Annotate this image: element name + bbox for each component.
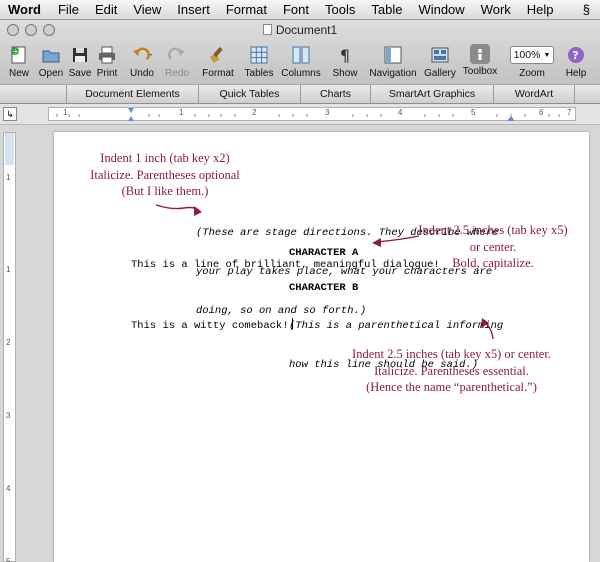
horizontal-ruler[interactable]: 1 1 2 3 4 5 6 7 [48,107,576,121]
dialogue-line-b: This is a witty comeback! [131,318,293,333]
ruler-number: 1 [6,265,11,274]
undo-button[interactable]: Undo [126,44,158,79]
menu-bar: Word File Edit View Insert Format Font T… [0,0,600,20]
open-button[interactable]: Open [36,44,66,79]
ruler-number: 5 [471,108,476,117]
pilcrow-icon: ¶ [339,45,351,65]
new-button[interactable]: + New [5,44,33,79]
navigation-button[interactable]: Navigation [366,44,420,79]
save-button[interactable]: Save [66,44,94,79]
ruler-number: 3 [6,411,11,420]
tab-stop-selector[interactable]: ↳ [3,107,17,121]
toolbox-button[interactable]: Toolbox [460,44,500,77]
open-folder-icon [40,44,62,66]
tab-wordart[interactable]: WordArt [493,85,575,104]
gallery-button[interactable]: Gallery [421,44,459,79]
new-document-icon: + [8,44,30,66]
gallery-icon [429,44,451,66]
annotation-parenthetical: Indent 2.5 inches (tab key x5) or center… [352,347,551,394]
script-icon[interactable]: § [583,2,600,17]
svg-text:+: + [13,47,20,56]
menu-table[interactable]: Table [363,2,410,17]
menu-format[interactable]: Format [218,2,275,17]
save-disk-icon [69,44,91,66]
print-button[interactable]: Print [94,44,120,79]
menu-insert[interactable]: Insert [169,2,218,17]
table-grid-icon [248,44,270,66]
tab-document-elements[interactable]: Document Elements [66,85,198,104]
menu-view[interactable]: View [125,2,169,17]
annotation-character-name: Indent 2.5 inches (tab key x5) or center… [418,223,568,270]
columns-icon [290,44,312,66]
ruler-bar: ↳ 1 1 2 3 4 5 6 7 [0,104,600,125]
navigation-pane-icon [382,44,404,66]
ruler-number: 1 [63,108,68,117]
ruler-number: 4 [398,108,403,117]
annotation-stage-directions: Indent 1 inch (tab key x2) Italicize. Pa… [90,151,240,198]
window-title: Document1 [0,23,600,37]
redo-button[interactable]: Redo [162,44,192,79]
zoom-control: 100% ▼ Zoom [508,44,556,79]
arrow-stage-directions [155,204,201,213]
ruler-number: 2 [252,108,257,117]
menu-work[interactable]: Work [473,2,519,17]
ruler-number: 6 [539,108,544,117]
redo-arrow-icon [166,44,188,66]
toolbox-icon [470,44,490,64]
zoom-select[interactable]: 100% ▼ [509,46,555,64]
ruler-number: 4 [6,484,11,493]
paintbrush-icon [207,44,229,66]
document-icon [262,24,272,35]
show-button[interactable]: ¶ Show [330,44,360,80]
ruler-number: 1 [6,173,11,182]
help-button[interactable]: ? Help [562,44,590,79]
menu-font[interactable]: Font [275,2,317,17]
vertical-ruler[interactable]: 1 1 2 3 4 5 [3,132,16,562]
printer-icon [96,44,118,66]
tables-button[interactable]: Tables [242,44,276,79]
tab-smartart-graphics[interactable]: SmartArt Graphics [370,85,493,104]
ruler-number: 7 [567,108,572,117]
document-page[interactable]: (These are stage directions. They descri… [54,132,589,562]
document-area: 1 1 2 3 4 5 (These are stage directions.… [0,125,600,562]
format-button[interactable]: Format [200,44,236,79]
menu-edit[interactable]: Edit [87,2,125,17]
ruler-number: 2 [6,338,11,347]
dialogue-line-a: This is a line of brilliant, meaningful … [131,259,440,271]
menu-tools[interactable]: Tools [317,2,363,17]
text-cursor [291,318,293,329]
app-menu[interactable]: Word [0,2,50,17]
menu-file[interactable]: File [50,2,87,17]
ruler-number: 3 [325,108,330,117]
chevron-down-icon: ▼ [543,51,551,59]
menu-window[interactable]: Window [410,2,472,17]
help-icon: ? [565,44,587,66]
svg-text:?: ? [572,49,578,62]
menu-help[interactable]: Help [519,2,562,17]
ribbon-tab-bar: Document Elements Quick Tables Charts Sm… [0,84,600,104]
tab-quick-tables[interactable]: Quick Tables [198,85,300,104]
ruler-number: 5 [6,557,11,562]
undo-arrow-icon [131,44,153,66]
tab-charts[interactable]: Charts [300,85,370,104]
columns-button[interactable]: Columns [279,44,323,79]
ruler-number: 1 [179,108,184,117]
